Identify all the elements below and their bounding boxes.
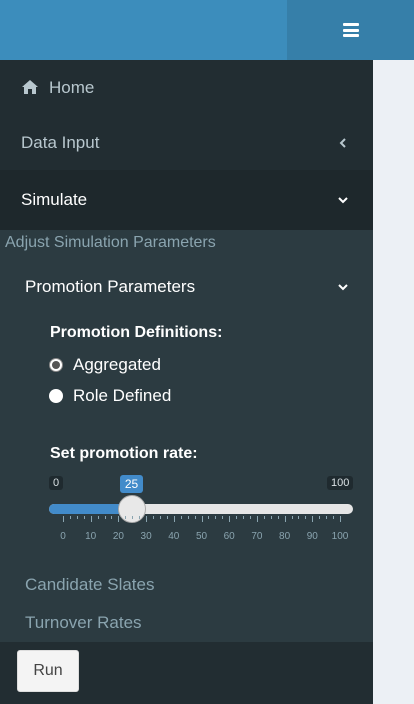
submenu-item-label: Turnover Rates — [25, 613, 142, 632]
slider-tick — [125, 516, 127, 519]
slider-tick-label: 70 — [251, 531, 263, 542]
slider-tick — [291, 516, 293, 519]
slider-tick-label: 90 — [306, 531, 318, 542]
chevron-down-icon — [338, 284, 348, 291]
sidebar-item-label: Home — [49, 77, 95, 97]
slider-tick — [146, 516, 148, 522]
slider-tick — [187, 516, 189, 519]
slider-tick-label: 80 — [279, 531, 291, 542]
slider-tick-label: 100 — [331, 531, 349, 542]
slider-tick — [236, 516, 238, 519]
slider-tick-label: 50 — [195, 531, 208, 542]
submenu-item-turnover-rates[interactable]: Turnover Rates — [0, 605, 373, 641]
slider-tick — [208, 516, 210, 519]
slider-tick — [118, 516, 120, 522]
slider-tick — [97, 516, 99, 519]
slider-tick — [305, 516, 307, 519]
radio-label: Role Defined — [73, 386, 172, 405]
slider-tick — [159, 516, 161, 519]
radio-aggregated[interactable]: Aggregated — [49, 355, 161, 375]
slider-tick — [173, 516, 175, 522]
slider-tick — [104, 516, 106, 519]
slider-tick — [111, 516, 113, 519]
slider-tick-label: 30 — [140, 531, 152, 542]
slider-tick — [153, 516, 155, 519]
slider-tick — [270, 516, 272, 519]
sidebar-item-home[interactable]: Home — [0, 60, 373, 115]
submenu-item-label: Promotion Parameters — [25, 277, 196, 296]
slider-tick-label: 0 — [60, 531, 66, 542]
submenu-item-promotion-parameters[interactable]: Promotion Parameters — [0, 269, 373, 305]
sidebar-item-data-input[interactable]: Data Input — [0, 115, 373, 170]
radio-label: Aggregated — [73, 355, 161, 374]
radio-button[interactable] — [49, 358, 63, 372]
slider-tick — [333, 516, 335, 519]
chevron-left-icon — [339, 137, 346, 148]
slider-tick-label: 60 — [223, 531, 235, 542]
slider-tick — [63, 516, 64, 522]
slider-tick — [132, 516, 134, 519]
submenu-item-label: Candidate Slates — [25, 575, 155, 594]
section-label: Adjust Simulation Parameters — [5, 234, 216, 251]
slider-tick — [326, 516, 328, 519]
submenu-item-candidate-slates[interactable]: Candidate Slates — [0, 567, 373, 603]
slider-tick — [312, 516, 314, 522]
promotion-rate-label: Set promotion rate: — [50, 445, 198, 462]
radio-button[interactable] — [49, 389, 63, 403]
slider-tick-label: 40 — [168, 531, 180, 542]
slider-tick — [249, 516, 251, 519]
slider-track[interactable] — [49, 504, 353, 514]
slider-tick-label: 10 — [85, 531, 97, 542]
radio-role-defined[interactable]: Role Defined — [49, 386, 171, 406]
slider-tick — [256, 516, 258, 522]
slider-value-label: 25 — [120, 475, 143, 493]
slider-tick — [215, 516, 217, 519]
slider-tick — [222, 516, 224, 519]
slider-tick — [166, 516, 168, 519]
slider-tick — [180, 516, 182, 519]
slider-tick — [263, 516, 265, 519]
slider-tick — [284, 516, 286, 522]
slider-tick — [229, 516, 231, 522]
slider-max-label: 100 — [327, 476, 354, 490]
main-content — [373, 60, 414, 704]
slider-tick — [201, 516, 203, 522]
promotion-definitions-label: Promotion Definitions: — [50, 324, 223, 341]
slider-tick — [243, 516, 245, 519]
slider-tick — [277, 516, 279, 519]
sidebar-item-simulate[interactable]: Simulate — [0, 170, 373, 230]
slider-tick — [139, 516, 141, 519]
slider-tick — [90, 516, 92, 522]
run-button[interactable]: Run — [17, 650, 79, 692]
slider-tick — [340, 516, 341, 522]
slider-tick-label: 20 — [112, 531, 124, 542]
slider-tick — [298, 516, 300, 519]
top-navbar — [0, 0, 414, 60]
slider-tick — [194, 516, 196, 519]
slider-tick — [76, 516, 78, 519]
sidebar-toggle-button[interactable] — [287, 0, 414, 60]
hamburger-icon — [342, 23, 359, 37]
slider-tick — [319, 516, 321, 519]
home-icon — [22, 80, 38, 94]
slider-tick — [69, 516, 71, 519]
sidebar-item-label: Data Input — [21, 132, 100, 152]
chevron-down-icon — [338, 197, 348, 204]
slider-min-label: 0 — [49, 476, 64, 490]
slider-tick — [83, 516, 85, 519]
sidebar-item-label: Simulate — [21, 190, 88, 209]
